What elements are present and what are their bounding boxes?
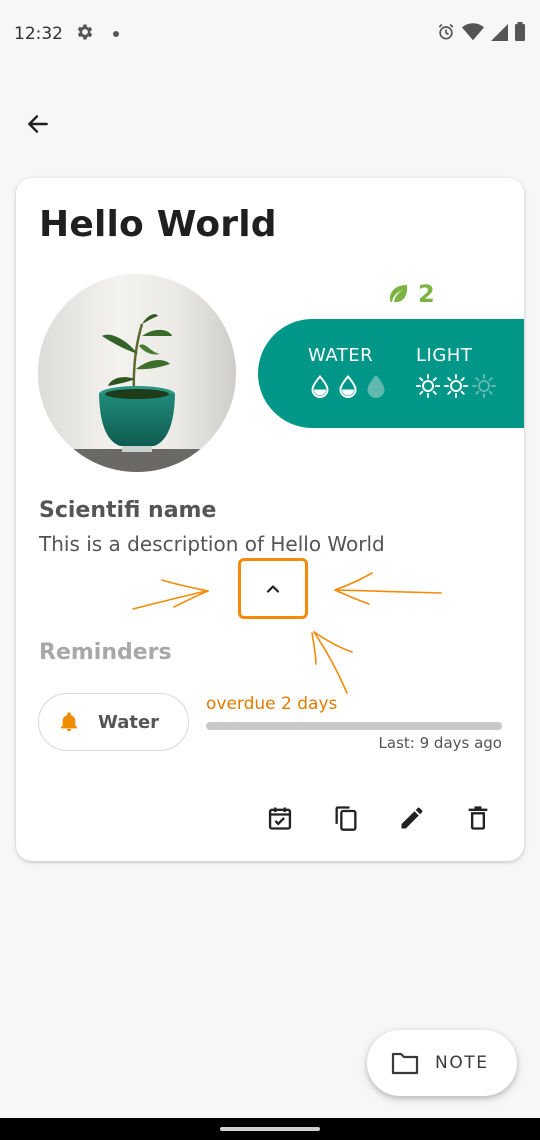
edit-icon <box>401 807 423 829</box>
chevron-up-icon <box>266 584 280 593</box>
delete-button[interactable] <box>458 798 498 838</box>
plant-card: Hello World 2 WATER LIGHT Scientifi name… <box>16 178 524 861</box>
alarm-icon <box>436 22 456 47</box>
reminder-status: overdue 2 days <box>206 694 338 714</box>
status-bar: 12:32 <box>0 0 540 68</box>
plant-description: This is a description of Hello World <box>39 532 385 556</box>
light-label: LIGHT <box>416 345 473 366</box>
reminder-chip-water[interactable]: Water <box>38 693 189 751</box>
status-time: 12:32 <box>14 24 63 44</box>
plant-photo[interactable] <box>38 274 236 472</box>
leaf-count-value: 2 <box>418 280 435 308</box>
folder-icon <box>391 1052 419 1075</box>
card-actions <box>260 798 498 838</box>
note-button-label: NOTE <box>435 1053 489 1073</box>
reminder-progress-bar <box>206 722 502 730</box>
edit-button[interactable] <box>392 798 432 838</box>
bell-icon <box>60 712 78 732</box>
signal-icon <box>490 22 508 47</box>
sun-empty-icon <box>472 374 496 398</box>
home-gesture-handle[interactable] <box>220 1127 320 1131</box>
battery-icon <box>514 21 526 47</box>
leaf-count: 2 <box>386 280 435 308</box>
water-drop-filled-icon <box>339 374 357 398</box>
notification-dot-icon <box>113 31 119 37</box>
sun-filled-icon <box>444 374 468 398</box>
water-drop-empty-icon <box>367 374 385 398</box>
sun-filled-icon <box>416 374 440 398</box>
care-panel: WATER LIGHT <box>258 319 524 428</box>
copy-icon <box>335 806 357 831</box>
plant-image <box>38 274 236 472</box>
water-label: WATER <box>308 345 374 366</box>
settings-icon <box>75 22 95 47</box>
arrow-back-icon <box>28 115 48 133</box>
wifi-icon <box>462 22 484 47</box>
light-requirement: LIGHT <box>416 345 496 398</box>
delete-icon <box>468 806 488 830</box>
reminders-heading: Reminders <box>39 640 172 665</box>
calendar-check-icon <box>268 807 292 830</box>
water-requirement: WATER <box>308 345 388 398</box>
leaf-icon <box>389 285 408 303</box>
back-button[interactable] <box>18 104 58 144</box>
duplicate-button[interactable] <box>326 798 366 838</box>
add-note-button[interactable]: NOTE <box>367 1030 517 1096</box>
collapse-description-button[interactable] <box>238 558 308 619</box>
light-level-icons <box>416 374 496 398</box>
reminder-last: Last: 9 days ago <box>378 734 502 752</box>
plant-title: Hello World <box>39 204 277 245</box>
reminder-chip-label: Water <box>98 711 160 733</box>
scientific-name: Scientifi name <box>39 498 217 523</box>
water-level-icons <box>308 374 388 398</box>
mark-done-button[interactable] <box>260 798 300 838</box>
water-drop-filled-icon <box>311 374 329 398</box>
reminder-progress-fill <box>206 722 502 730</box>
